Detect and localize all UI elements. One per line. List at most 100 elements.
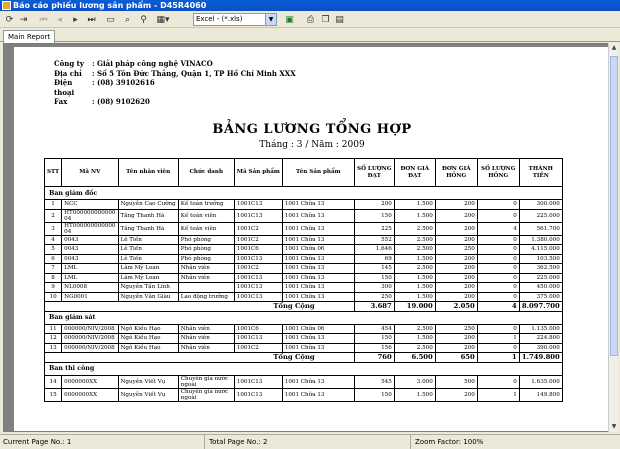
zoom-icon[interactable]: ▦▾ [152,13,174,26]
table-cell: 1001C2 [233,263,283,274]
table-cell: 1001 Chữa 06 [281,323,355,334]
first-page-icon[interactable]: ⏮ [37,13,50,26]
total-page-status: Total Page No.: 2 [206,435,411,449]
table-cell: 300 [353,282,395,293]
table-cell: 1001 Chữa 13 [281,221,355,236]
table-cell: 1001C2 [233,342,283,353]
export-icon[interactable]: ▣ [283,13,296,26]
settings-icon[interactable]: ▤ [333,13,346,26]
company-info-label: Địa chỉ [54,68,82,78]
scroll-down-icon[interactable]: ▼ [609,422,619,432]
table-cell: Lê Tiến [117,253,179,264]
print-preview-icon[interactable]: ⎙ [304,13,317,26]
total-price: 6.500 [393,352,436,363]
table-cell: 1.500 [393,272,436,283]
table-cell: Tăng Thanh Hà [117,208,179,223]
total-row: Tổng Cộng 760 6.500 650 1 1.749.800 [44,352,563,363]
table-cell: Nguyễn Văn Giàu [117,291,179,302]
table-cell: Kế toán viên [177,208,235,223]
table-cell: Lâm Mỹ Loan [117,272,179,283]
table-cell: 103.500 [518,253,563,264]
total-spacer [44,352,235,363]
refresh-icon[interactable]: ⟳ [3,13,16,26]
table-cell: 1001 Chữa 13 [281,234,355,245]
page-icon[interactable]: ▭ [104,13,117,26]
table-cell: Kế toán viên [177,221,235,236]
table-cell: 0043 [61,234,119,245]
table-cell: 1.646 [353,244,395,255]
group-name: Ban thi công [44,362,563,375]
total-bad-qty: 1 [476,352,520,363]
table-cell: 1001C13 [233,282,283,293]
table-cell: Lâm Mỹ Loan [117,263,179,274]
scroll-up-icon[interactable]: ▲ [609,43,619,53]
table-cell: Nguyễn Viết Vụ [117,374,179,389]
total-label: Tổng Cộng [234,352,355,363]
table-cell: 1 [43,199,63,210]
table-cell: 200 [434,263,478,274]
zoom-status: Zoom Factor: 100% [415,438,484,446]
table-cell: 15 [43,387,63,402]
table-cell: 225 [353,221,395,236]
table-cell: 150 [353,387,395,402]
search-icon[interactable]: ⌕ [121,13,134,26]
company-info-value: : (08) 39102616 [92,78,155,87]
table-cell: LML [61,272,119,283]
table-cell: 3 [43,221,63,236]
chevron-down-icon[interactable]: ▼ [265,14,276,25]
table-cell: 1001C13 [233,291,283,302]
table-cell: 1001C13 [233,253,283,264]
company-info-label: Fax [54,97,68,106]
company-info-label: Điện thoại [54,78,75,97]
table-cell: 2.500 [393,323,436,334]
table-row: 3 HT000000000000 04 Tăng Thanh Hà Kế toán v… [43,221,563,236]
prev-page-icon[interactable]: ◂ [53,13,66,26]
table-cell: 4.115.000 [518,244,563,255]
table-cell: Phó phòng [177,234,235,245]
table-cell: 11 [43,323,63,334]
table-cell: 0 [476,253,520,264]
table-row: 10 NG0001 Nguyễn Văn Giàu Lao động trưởng 10… [43,291,563,302]
table-cell: 150 [353,333,395,344]
table-cell: 12 [43,333,63,344]
table-cell: 1001C13 [233,199,283,210]
find-icon[interactable]: ⚲ [137,13,150,26]
table-cell: 000000/NIV/2008 [61,333,119,344]
vertical-scrollbar[interactable]: ▲ ▼ [608,43,618,432]
table-cell: 1001 Chữa 06 [281,244,355,255]
export-format-select[interactable]: Excel - (*.xls) ▼ [193,13,277,26]
table-header-row: STT Mã NV Tên nhân viên Chức danh Mã Sản phẩ… [43,158,563,187]
table-cell: 2.500 [393,263,436,274]
next-page-icon[interactable]: ▸ [69,13,82,26]
copy-icon[interactable]: ❐ [319,13,332,26]
window-title: Báo cáo phiếu lương sản phẩm - D45R4060 [13,1,207,10]
table-cell: 300.000 [518,199,563,210]
table-cell: 2 [43,208,63,223]
column-header: SỐ LƯỢNG HỎNG [476,158,520,187]
tab-main-report[interactable]: Main Report [3,30,56,43]
table-cell: 1001 Chữa 13 [281,282,355,293]
table-cell: Nhân viên [177,323,235,334]
table-cell: 2.500 [393,342,436,353]
table-cell: 200 [434,342,478,353]
table-cell: 4 [43,234,63,245]
table-cell: 1001 Chữa 13 [281,199,355,210]
table-cell: 250 [434,323,478,334]
table-cell: 1.500 [393,282,436,293]
table-cell: Lao động trưởng [177,291,235,302]
table-cell: 1.380.000 [518,234,563,245]
table-cell: 2.500 [393,221,436,236]
table-cell: Phó phòng [177,253,235,264]
total-price: 19.000 [393,301,436,312]
last-page-icon[interactable]: ⏭ [85,13,98,26]
table-cell: 5 [43,244,63,255]
table-cell: Chuyên gia nước ngoài [177,374,235,389]
print-icon[interactable]: ⇥ [17,13,30,26]
company-info-value: : (08) 9102620 [92,97,150,106]
table-cell: 1001C13 [233,208,283,223]
column-header: Tên Sản phẩm [281,158,355,187]
scroll-thumb[interactable] [610,56,618,356]
report-period: Tháng : 3 / Năm : 2009 [259,140,365,150]
table-cell: 362.500 [518,263,563,274]
table-cell: 1001 Chữa 13 [281,374,355,389]
